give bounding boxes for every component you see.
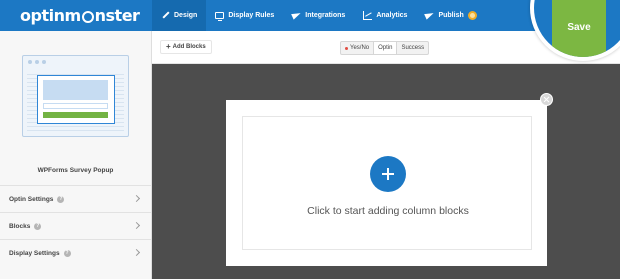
tab-label: Optin: [378, 45, 393, 51]
pencil-icon: [161, 11, 170, 20]
publish-badge-icon: [467, 11, 477, 20]
nav-design[interactable]: Design: [152, 0, 207, 31]
save-button[interactable]: Save: [552, 0, 606, 57]
sidebar-item-optin-settings[interactable]: Optin Settings ?: [0, 185, 151, 212]
nav-analytics[interactable]: Analytics: [354, 0, 416, 31]
dropzone-text[interactable]: Click to start adding column blocks: [243, 205, 533, 217]
sidebar-item-display-settings[interactable]: Display Settings ?: [0, 239, 151, 266]
tab-success[interactable]: Success: [397, 42, 428, 54]
thumbnail-button-placeholder: [43, 112, 108, 118]
help-icon[interactable]: ?: [63, 249, 71, 257]
editor-canvas: Click to start adding column blocks: [152, 64, 620, 279]
campaign-thumbnail: [22, 55, 129, 137]
tab-yes-no[interactable]: Yes/No: [341, 42, 375, 54]
column-dropzone[interactable]: Click to start adding column blocks: [242, 116, 532, 250]
sidebar: WPForms Survey Popup Optin Settings ? Bl…: [0, 31, 152, 279]
sidebar-item-label: Optin Settings: [9, 195, 54, 203]
sidebar-item-blocks[interactable]: Blocks ?: [0, 212, 151, 239]
add-blocks-button[interactable]: + Add Blocks: [160, 40, 212, 54]
nav-display-rules[interactable]: Display Rules: [206, 0, 283, 31]
thumbnail-popup: [37, 75, 115, 124]
nav-integrations[interactable]: Integrations: [283, 0, 354, 31]
thumbnail-image-placeholder: [43, 80, 108, 100]
help-icon[interactable]: ?: [57, 195, 65, 203]
add-blocks-label: Add Blocks: [172, 44, 206, 50]
tab-label: Yes/No: [350, 45, 370, 51]
nav-integrations-label: Integrations: [305, 12, 346, 19]
popup-preview: Click to start adding column blocks: [226, 100, 547, 266]
optinmonster-logo[interactable]: optinm nster: [0, 0, 152, 31]
logo-text-start: optinm: [20, 6, 81, 25]
nav-design-label: Design: [174, 12, 198, 19]
nav-analytics-label: Analytics: [376, 12, 408, 19]
view-tabs: Yes/No Optin Success: [340, 41, 430, 55]
chevron-right-icon: [132, 248, 141, 257]
thumbnail-input-placeholder: [43, 103, 108, 109]
help-icon[interactable]: ?: [34, 222, 42, 230]
chevron-right-icon: [132, 194, 141, 203]
logo-eye-icon: [81, 10, 94, 23]
add-column-plus-icon[interactable]: [370, 156, 406, 192]
campaign-name: WPForms Survey Popup: [37, 167, 114, 174]
chart-icon: [363, 11, 373, 20]
nav-publish[interactable]: Publish: [416, 0, 485, 31]
nav-display-rules-label: Display Rules: [228, 12, 275, 19]
main-nav: Design Display Rules Integrations Analyt…: [152, 0, 486, 31]
plus-icon: +: [166, 42, 171, 51]
nav-publish-label: Publish: [438, 12, 464, 19]
campaign-preview: WPForms Survey Popup: [0, 31, 151, 183]
sidebar-item-label: Display Settings: [9, 249, 60, 257]
close-icon[interactable]: [540, 93, 553, 106]
monitor-icon: [215, 12, 225, 21]
paper-plane-icon: [292, 11, 301, 20]
paper-plane-icon: [425, 11, 434, 20]
logo-text-end: nster: [94, 6, 140, 25]
save-button-label: Save: [567, 22, 591, 33]
tab-label: Success: [401, 45, 425, 51]
tab-optin[interactable]: Optin: [374, 42, 398, 54]
chevron-right-icon: [132, 221, 141, 230]
sidebar-item-label: Blocks: [9, 222, 31, 230]
top-nav-bar: optinm nster Design Display Rules Integra…: [0, 0, 620, 31]
status-dot-icon: [345, 46, 348, 50]
browser-dots-icon: [28, 60, 46, 64]
